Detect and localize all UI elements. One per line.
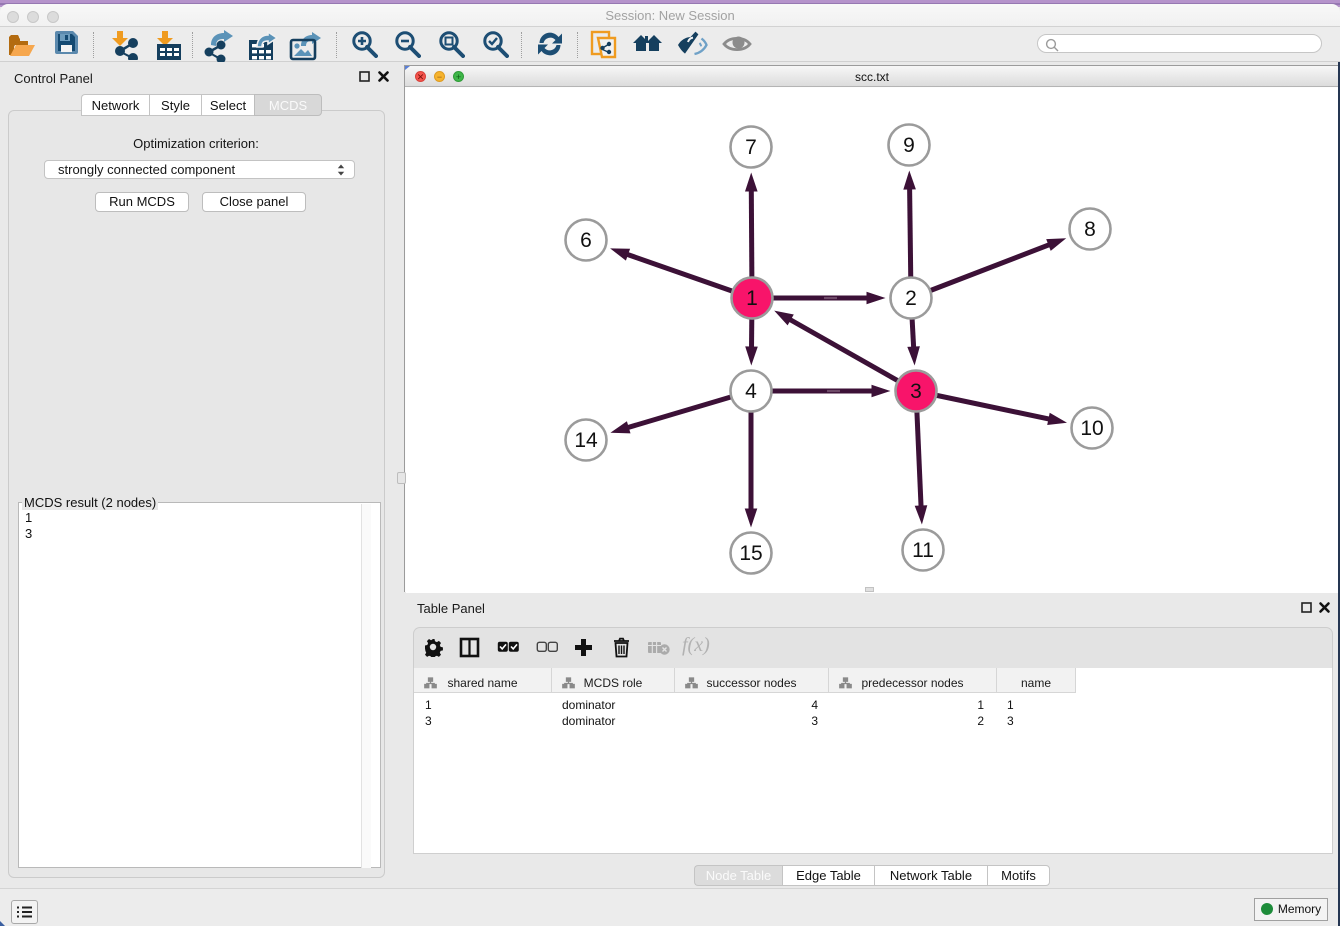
svg-text:8: 8	[1084, 218, 1096, 241]
svg-text:10: 10	[1080, 417, 1103, 440]
svg-text:6: 6	[580, 229, 592, 252]
svg-text:7: 7	[745, 136, 757, 159]
svg-text:3: 3	[910, 380, 922, 403]
svg-text:4: 4	[745, 380, 757, 403]
svg-text:14: 14	[574, 429, 598, 452]
svg-text:11: 11	[912, 539, 934, 562]
svg-text:2: 2	[905, 287, 917, 310]
svg-text:15: 15	[739, 542, 762, 565]
svg-text:9: 9	[903, 134, 915, 157]
svg-text:1: 1	[746, 287, 758, 310]
